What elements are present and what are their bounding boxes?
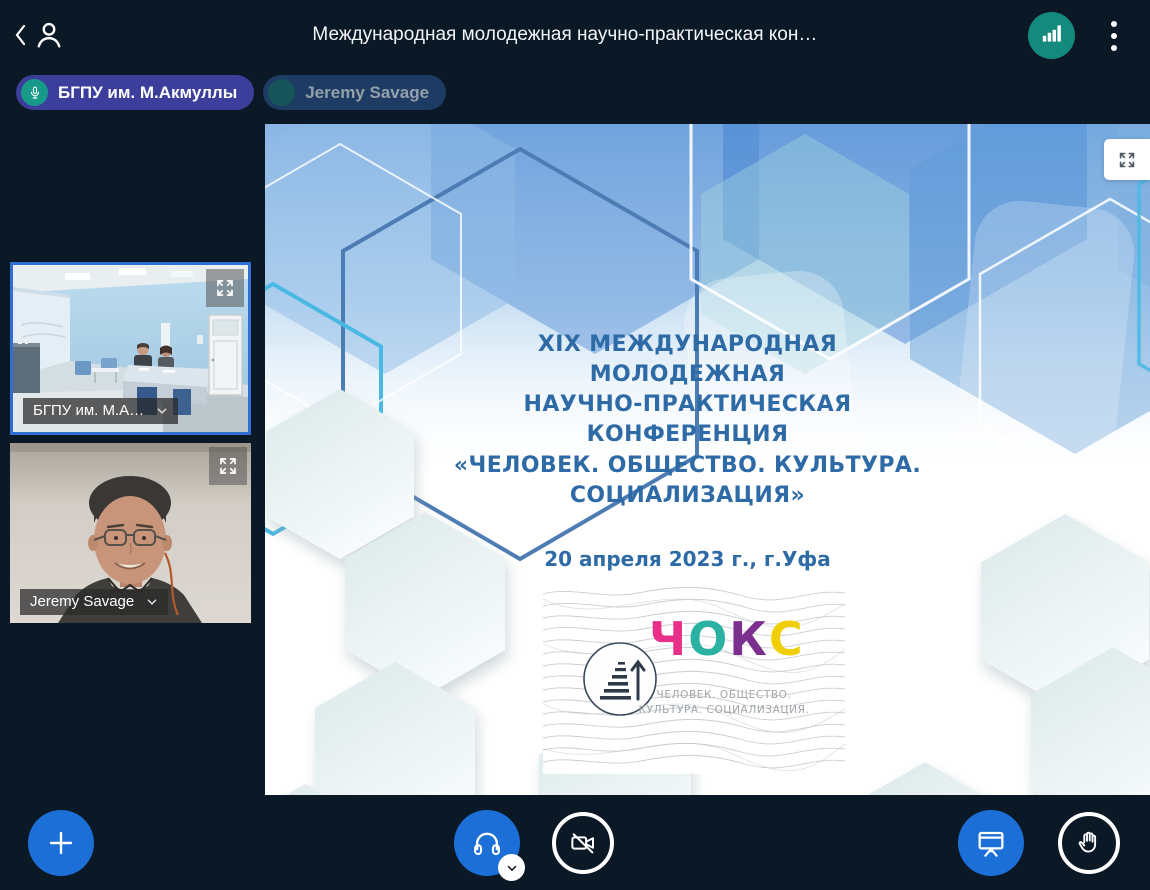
tile-name-label: Jeremy Savage: [30, 593, 134, 610]
audio-options-chevron-button[interactable]: [498, 854, 525, 881]
options-menu-button[interactable]: [1098, 18, 1130, 54]
connection-status-button[interactable]: [1028, 12, 1075, 59]
raise-hand-button[interactable]: [1058, 812, 1120, 874]
slide-heading-line: XIX МЕЖДУНАРОДНАЯ МОЛОДЕЖНАЯ: [448, 330, 928, 390]
expand-arrows-icon: [216, 454, 240, 478]
slide-heading-line: «ЧЕЛОВЕК. ОБЩЕСТВО. КУЛЬТУРА. СОЦИАЛИЗАЦ…: [398, 451, 978, 511]
slide-date-line: 20 апреля 2023 г., г.Уфа: [265, 547, 1110, 571]
headphones-icon: [470, 826, 504, 860]
choks-conference-logo: ЧОКС ЧЕЛОВЕК. ОБЩЕСТВО. КУЛЬТУРА. СОЦИАЛ…: [543, 584, 845, 774]
presentation-area: XIX МЕЖДУНАРОДНАЯ МОЛОДЕЖНАЯ НАУЧНО-ПРАК…: [265, 124, 1150, 795]
back-chevron-icon: [12, 22, 30, 53]
muted-avatar-dot: [268, 79, 295, 106]
camera-toggle-button[interactable]: [552, 812, 614, 874]
expand-arrows-icon: [213, 276, 237, 300]
expand-arrows-icon: [1116, 149, 1138, 171]
chevron-down-icon: [156, 405, 168, 417]
meeting-title: Международная молодежная научно-практиче…: [312, 24, 817, 46]
top-bar: Международная молодежная научно-практиче…: [0, 0, 1150, 70]
tile-name-dropdown[interactable]: Jeremy Savage: [20, 589, 168, 615]
slide-heading-line: НАУЧНО-ПРАКТИЧЕСКАЯ КОНФЕРЕНЦИЯ: [448, 390, 928, 450]
logo-letter: Ч: [649, 612, 688, 666]
logo-subtitle-line: ЧЕЛОВЕК. ОБЩЕСТВО.: [629, 688, 819, 703]
raise-hand-icon: [1074, 828, 1104, 858]
tile-name-dropdown[interactable]: БГПУ им. М.А…: [23, 398, 178, 424]
audio-leave-button[interactable]: [454, 810, 520, 876]
talker-pill-bgpu[interactable]: БГПУ им. М.Акмуллы: [16, 75, 254, 110]
logo-subtitle: ЧЕЛОВЕК. ОБЩЕСТВО. КУЛЬТУРА. СОЦИАЛИЗАЦИ…: [629, 688, 819, 718]
actions-plus-button[interactable]: [28, 810, 94, 876]
kebab-dot: [1111, 21, 1117, 27]
logo-letter: С: [769, 612, 805, 666]
chevron-down-icon: [505, 861, 519, 875]
tile-name-label: БГПУ им. М.А…: [33, 402, 144, 419]
talker-pill-label: БГПУ им. М.Акмуллы: [58, 83, 237, 103]
logo-letter: К: [729, 612, 769, 666]
signal-bars-icon: [1039, 20, 1065, 51]
back-participants-button[interactable]: [12, 18, 66, 57]
logo-subtitle-line: КУЛЬТУРА. СОЦИАЛИЗАЦИЯ.: [629, 703, 819, 718]
choks-wordmark: ЧОКС: [649, 616, 805, 662]
camera-off-icon: [568, 828, 598, 858]
whiteboard-icon: [975, 827, 1007, 859]
logo-letter: О: [688, 612, 729, 666]
whiteboard-access-button[interactable]: [958, 810, 1024, 876]
presentation-fullscreen-button[interactable]: [1104, 139, 1150, 180]
kebab-dot: [1111, 33, 1117, 39]
tile-fullscreen-button[interactable]: [209, 447, 247, 485]
slide-heading: XIX МЕЖДУНАРОДНАЯ МОЛОДЕЖНАЯ НАУЧНО-ПРАК…: [265, 330, 1110, 511]
microphone-icon: [21, 79, 48, 106]
kebab-dot: [1111, 45, 1117, 51]
talker-pill-jeremy[interactable]: Jeremy Savage: [263, 75, 446, 110]
person-icon: [32, 18, 66, 57]
tile-fullscreen-button[interactable]: [206, 269, 244, 307]
video-tile-jeremy[interactable]: Jeremy Savage: [10, 443, 251, 623]
chevron-down-icon: [146, 596, 158, 608]
plus-icon: [45, 827, 77, 859]
video-tile-bgpu[interactable]: БГПУ им. М.А…: [10, 262, 251, 435]
talker-pill-label: Jeremy Savage: [305, 83, 429, 103]
talker-indicator-row: БГПУ им. М.Акмуллы Jeremy Savage: [16, 75, 446, 110]
meeting-app-window: Международная молодежная научно-практиче…: [0, 0, 1150, 890]
